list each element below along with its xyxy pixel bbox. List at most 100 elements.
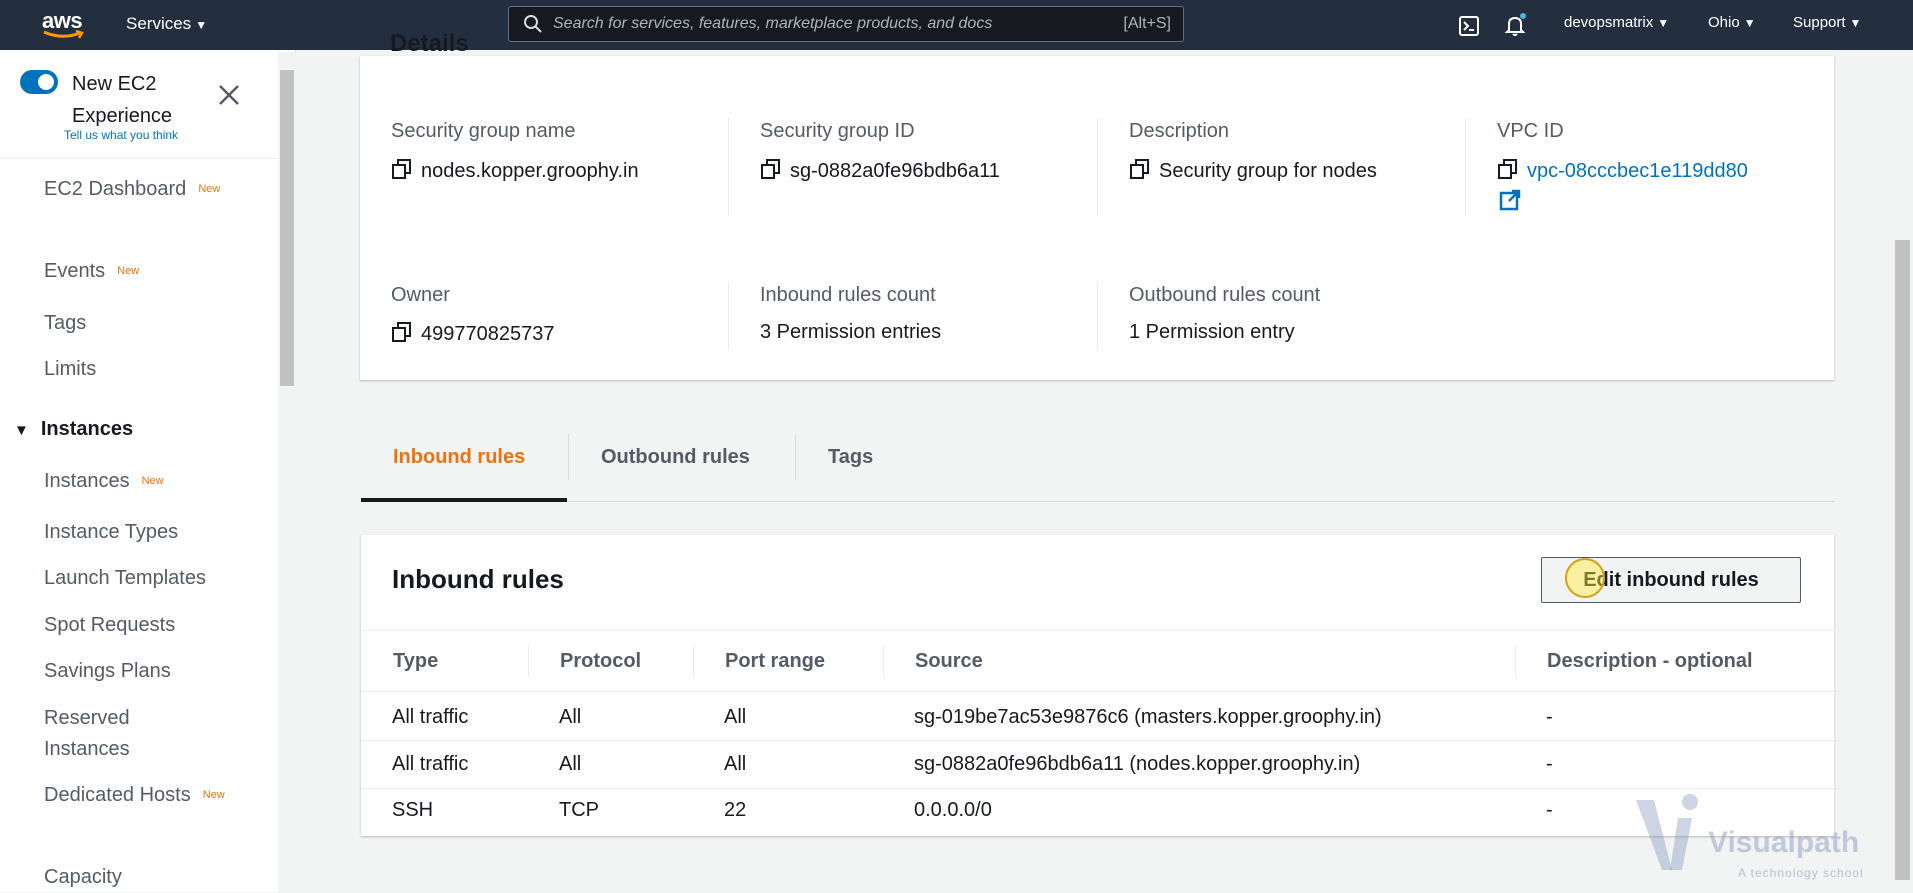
cell-protocol: TCP: [559, 799, 599, 821]
services-label: Services: [126, 14, 192, 33]
sidebar-item-events[interactable]: Events New: [44, 256, 139, 287]
edit-inbound-rules-button[interactable]: Edit inbound rules: [1541, 557, 1801, 603]
sidebar-item-savings-plans[interactable]: Savings Plans: [44, 656, 171, 687]
cell-type: All traffic: [392, 706, 469, 728]
column-header-description[interactable]: Description - optional: [1547, 650, 1753, 673]
cell-port-range: All: [724, 706, 747, 728]
vpc-id-link[interactable]: vpc-08cccbec1e119dd80: [1527, 160, 1748, 182]
close-icon[interactable]: [214, 80, 244, 110]
search-bar[interactable]: [Alt+S]: [508, 6, 1184, 42]
watermark-tagline: A technology school: [1738, 866, 1864, 880]
owner-label: Owner: [391, 284, 450, 306]
support-label: Support: [1793, 14, 1846, 31]
sidebar-section-instances[interactable]: ▼ Instances: [14, 418, 133, 441]
tab-divider: [568, 434, 569, 480]
copy-icon[interactable]: [391, 158, 413, 180]
sg-id-value: sg-0882a0fe96bdb6a11: [760, 158, 1000, 183]
row-divider: [361, 740, 1834, 741]
description-label: Description: [1129, 120, 1230, 142]
cell-protocol: All: [559, 753, 582, 775]
sidebar-item-label: Events: [44, 260, 106, 282]
owner-value: 499770825737: [391, 321, 554, 346]
caret-down-icon: ▼: [1657, 16, 1670, 30]
description-value: Security group for nodes: [1129, 158, 1377, 183]
sg-id-text: sg-0882a0fe96bdb6a11: [790, 160, 1000, 182]
sidebar-item-label: Savings Plans: [44, 660, 171, 682]
tab-divider: [795, 434, 796, 480]
region-label: Ohio: [1708, 14, 1740, 31]
new-badge: New: [117, 265, 140, 278]
cloudshell-icon[interactable]: [1458, 15, 1480, 37]
tab-inbound-rules[interactable]: Inbound rules: [393, 446, 525, 469]
search-input[interactable]: [553, 15, 1113, 33]
feedback-link[interactable]: Tell us what you think: [64, 128, 178, 142]
sidebar-item-instance-types[interactable]: Instance Types: [44, 517, 178, 548]
sidebar-scrollbar-thumb[interactable]: [280, 70, 294, 386]
column-header-source[interactable]: Source: [915, 650, 983, 673]
sidebar-item-tags[interactable]: Tags: [44, 308, 86, 339]
column-divider: [883, 645, 884, 677]
main-scrollbar-thumb[interactable]: [1895, 240, 1910, 880]
sidebar-item-label: EC2 Dashboard: [44, 178, 187, 200]
sidebar-item-label: Tags: [44, 312, 87, 334]
column-divider: [1515, 645, 1516, 677]
copy-icon[interactable]: [760, 158, 782, 180]
services-menu[interactable]: Services ▼: [126, 14, 207, 34]
sidebar-item-reserved-instances[interactable]: Reserved Instances: [44, 703, 184, 765]
search-shortcut: [Alt+S]: [1123, 15, 1171, 32]
aws-logo[interactable]: aws: [42, 8, 88, 42]
notifications-bell-icon[interactable]: [1503, 13, 1527, 37]
sidebar-item-limits[interactable]: Limits: [44, 354, 96, 385]
watermark-brand: Visualpath: [1708, 826, 1860, 859]
caret-down-icon: ▼: [1849, 16, 1862, 30]
top-navigation-bar: aws Services▼ [Alt+S] devopsmatrix▼ Ohio…: [0, 0, 1913, 50]
details-heading: Details: [390, 30, 469, 57]
sg-name-value: nodes.kopper.groophy.in: [391, 158, 639, 183]
region-menu[interactable]: Ohio ▼: [1708, 14, 1756, 31]
account-label: devopsmatrix: [1564, 14, 1654, 31]
sidebar-item-label: Dedicated Hosts: [44, 784, 191, 806]
column-divider: [728, 118, 729, 216]
column-header-protocol[interactable]: Protocol: [560, 650, 641, 673]
sidebar-item-dedicated-hosts[interactable]: Dedicated Hosts New: [44, 780, 244, 811]
cell-type: SSH: [392, 799, 434, 821]
tab-tags[interactable]: Tags: [828, 446, 873, 469]
cell-source: 0.0.0.0/0: [914, 799, 992, 821]
copy-icon[interactable]: [391, 321, 413, 343]
inbound-count-value: 3 Permission entries: [760, 321, 942, 343]
column-header-port-range[interactable]: Port range: [725, 650, 825, 673]
cell-source: sg-0882a0fe96bdb6a11 (nodes.kopper.groop…: [914, 753, 1361, 775]
tab-outbound-rules[interactable]: Outbound rules: [601, 446, 750, 469]
support-menu[interactable]: Support ▼: [1793, 14, 1861, 31]
aws-smile-icon: [43, 30, 84, 39]
sidebar-divider: [0, 158, 278, 159]
column-header-type[interactable]: Type: [393, 650, 438, 673]
description-text: Security group for nodes: [1159, 160, 1377, 182]
sg-id-label: Security group ID: [760, 120, 915, 142]
inbound-rules-title: Inbound rules: [392, 564, 564, 594]
sidebar-item-ec2-dashboard[interactable]: EC2 Dashboard New: [44, 174, 244, 205]
copy-icon[interactable]: [1497, 158, 1519, 180]
vpc-id-label: VPC ID: [1497, 120, 1564, 142]
external-link-icon[interactable]: [1499, 189, 1521, 211]
outbound-count-label: Outbound rules count: [1129, 284, 1321, 306]
outbound-count-value: 1 Permission entry: [1129, 321, 1295, 343]
sidebar-item-label: Capacity: [44, 866, 122, 888]
new-experience-toggle[interactable]: [20, 70, 58, 94]
tabs-baseline: [361, 501, 1835, 502]
visualpath-logo-icon: [1636, 794, 1698, 870]
sidebar-item-label: Instance Types: [44, 521, 179, 543]
account-menu[interactable]: devopsmatrix ▼: [1564, 14, 1669, 31]
column-divider: [1097, 118, 1098, 216]
caret-down-icon: ▼: [14, 422, 29, 439]
sidebar-item-spot-requests[interactable]: Spot Requests: [44, 610, 175, 641]
sidebar-item-label: Spot Requests: [44, 614, 176, 636]
copy-icon[interactable]: [1129, 158, 1151, 180]
owner-text: 499770825737: [421, 323, 555, 345]
inbound-count-label: Inbound rules count: [760, 284, 936, 306]
cell-description: -: [1546, 706, 1553, 728]
sidebar-item-capacity[interactable]: Capacity: [44, 862, 122, 893]
new-badge: New: [141, 475, 164, 488]
sidebar-item-launch-templates[interactable]: Launch Templates: [44, 563, 206, 594]
sidebar-item-instances[interactable]: Instances New: [44, 466, 164, 497]
